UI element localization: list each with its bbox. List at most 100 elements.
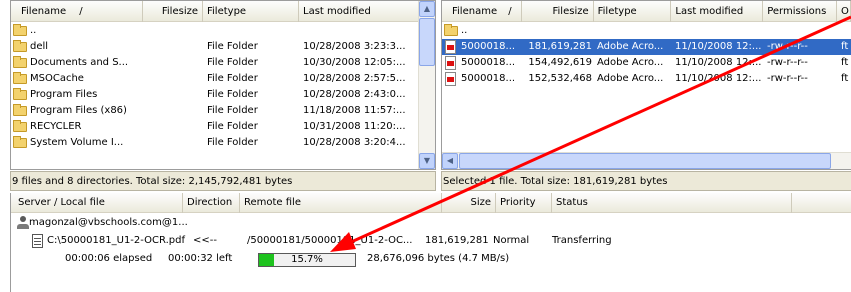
local-row-name: System Volume I... [30,137,124,148]
local-row-modified: 11/18/2008 11:57:... [303,105,406,116]
remote-col-filesize[interactable]: Filesize [522,1,594,22]
queue-server-name: magonzal@vbschools.com@1... [29,217,188,228]
remote-col-filename-label: Filename [452,6,498,17]
remote-row-owner: ft [841,57,849,68]
local-row-type: File Folder [207,89,258,100]
remote-col-permissions[interactable]: Permissions [763,1,837,22]
remote-row-permissions: -rw-r--r-- [767,73,808,84]
local-row-name: MSOCache [30,73,84,84]
local-row-system-volume[interactable]: System Volume I... File Folder 10/28/200… [11,135,419,151]
remote-row-name: 5000018... [461,41,516,52]
local-row-dell[interactable]: dell File Folder 10/28/2008 3:23:3... [11,39,419,55]
queue-bytes-transferred: 28,676,096 bytes (4.7 MB/s) [367,253,510,264]
local-list-header: Filename / Filesize Filetype Last modifi… [11,1,435,22]
remote-col-owner[interactable]: O [837,1,851,22]
remote-row-selected[interactable]: 5000018... 181,619,281 Adobe Acro... 11/… [442,39,851,55]
remote-row-owner: ft [841,73,849,84]
remote-row-size: 152,532,468 [528,73,592,84]
remote-scroll-thumb[interactable] [459,153,831,169]
local-file-list[interactable]: Filename / Filesize Filetype Last modifi… [10,0,436,170]
remote-list-header: Filename / Filesize Filetype Last modifi… [442,1,851,22]
queue-col-priority[interactable]: Priority [496,193,552,213]
local-row-modified: 10/28/2008 2:43:0... [303,89,406,100]
folder-icon [13,72,27,84]
local-row-type: File Folder [207,73,258,84]
local-col-filetype[interactable]: Filetype [203,1,299,22]
remote-row-permissions: -rw-r--r-- [767,57,808,68]
file-icon [32,234,43,248]
remote-row-file-2[interactable]: 5000018... 154,492,619 Adobe Acro... 11/… [442,55,851,71]
local-row-program-files-x86[interactable]: Program Files (x86) File Folder 11/18/20… [11,103,419,119]
remote-row-size: 181,619,281 [528,41,592,52]
queue-col-size[interactable]: Size [442,193,496,213]
local-row-modified: 10/31/2008 11:20:... [303,121,406,132]
remote-file-list[interactable]: Filename / Filesize Filetype Last modifi… [441,0,851,170]
local-col-filesize[interactable]: Filesize [143,1,203,22]
remote-horizontal-scrollbar[interactable]: ◀ [442,152,851,169]
local-row-msocache[interactable]: MSOCache File Folder 10/28/2008 2:57:5..… [11,71,419,87]
remote-row-size: 154,492,619 [528,57,592,68]
local-row-modified: 10/30/2008 12:05:... [303,57,406,68]
queue-size: 181,619,281 [425,235,489,246]
local-row-modified: 10/28/2008 3:20:4... [303,137,406,148]
queue-server-row[interactable]: magonzal@vbschools.com@1... [11,215,211,231]
local-row-name: Documents and S... [30,57,129,68]
local-col-last-modified[interactable]: Last modified [299,1,419,22]
local-row-program-files[interactable]: Program Files File Folder 10/28/2008 2:4… [11,87,419,103]
queue-time-left: 00:00:32 left [168,253,233,264]
folder-icon [13,120,27,132]
queue-status: Transferring [552,235,612,246]
local-status-bar: 9 files and 8 directories. Total size: 2… [10,171,436,191]
transfer-queue[interactable]: Server / Local file Direction Remote fil… [10,193,851,292]
folder-icon [13,56,27,68]
folder-icon [13,40,27,52]
queue-col-server-local[interactable]: Server / Local file [11,193,183,213]
queue-col-status[interactable]: Status [552,193,792,213]
local-scroll-thumb[interactable] [419,18,435,66]
remote-row-parent[interactable]: .. [442,23,851,39]
local-row-name: RECYCLER [30,121,82,132]
remote-row-name: .. [461,25,468,36]
queue-local-file: C:\50000181_U1-2-OCR.pdf [47,235,185,246]
local-row-recycler[interactable]: RECYCLER File Folder 10/31/2008 11:20:..… [11,119,419,135]
remote-row-type: Adobe Acro... [597,57,664,68]
queue-col-direction[interactable]: Direction [183,193,240,213]
scroll-left-icon[interactable]: ◀ [442,153,458,169]
queue-elapsed: 00:00:06 elapsed [65,253,153,264]
folder-icon [444,24,458,36]
local-row-modified: 10/28/2008 2:57:5... [303,73,406,84]
folder-icon [13,136,27,148]
local-row-type: File Folder [207,121,258,132]
local-row-name: Program Files (x86) [30,105,127,116]
remote-row-file-3[interactable]: 5000018... 152,532,468 Adobe Acro... 11/… [442,71,851,87]
local-row-name: Program Files [30,89,98,100]
scroll-down-icon[interactable]: ▼ [419,153,435,169]
queue-col-remote-file[interactable]: Remote file [240,193,442,213]
remote-row-name: 5000018... [461,73,516,84]
queue-transfer-row[interactable]: C:\50000181_U1-2-OCR.pdf <<-- /50000181/… [11,233,851,249]
pdf-file-icon [445,56,456,70]
queue-direction: <<-- [193,235,217,246]
sort-indicator: / [79,6,83,17]
remote-col-filename[interactable]: Filename / [442,1,522,22]
local-col-filename[interactable]: Filename / [11,1,143,22]
folder-icon [13,88,27,100]
local-col-filename-label: Filename [21,6,67,17]
remote-col-filetype[interactable]: Filetype [594,1,672,22]
scroll-up-icon[interactable]: ▲ [419,1,435,17]
remote-row-modified: 11/10/2008 12:... [675,57,762,68]
pdf-file-icon [445,40,456,54]
remote-row-owner: ft [841,41,849,52]
local-row-documents[interactable]: Documents and S... File Folder 10/30/200… [11,55,419,71]
local-vertical-scrollbar[interactable]: ▲ ▼ [418,1,435,169]
remote-col-last-modified[interactable]: Last modified [671,1,764,22]
remote-row-modified: 11/10/2008 12:... [675,73,762,84]
queue-priority: Normal [493,235,530,246]
local-row-parent[interactable]: .. [11,23,419,39]
transfer-progress-bar: 15.7% [258,253,356,267]
local-row-type: File Folder [207,137,258,148]
server-icon [17,216,29,230]
remote-row-type: Adobe Acro... [597,41,664,52]
remote-row-modified: 11/10/2008 12:... [675,41,762,52]
folder-icon [13,104,27,116]
